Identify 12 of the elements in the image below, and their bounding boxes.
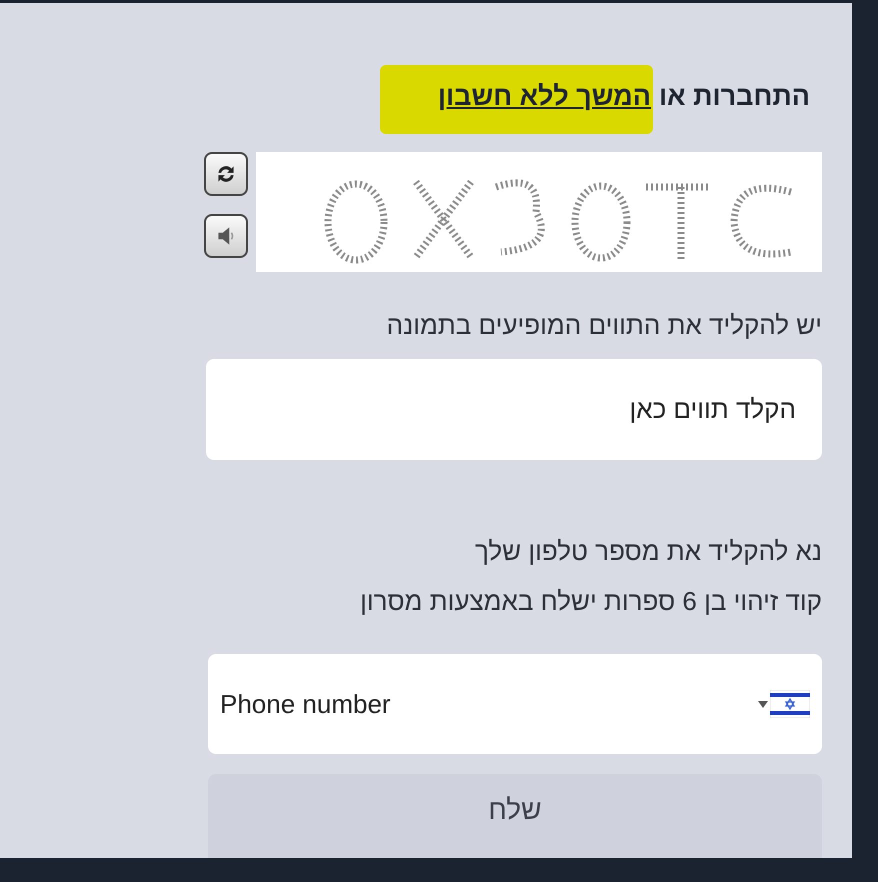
phone-instruction: נא להקליד את מספר טלפון שלך — [474, 535, 822, 568]
refresh-icon[interactable] — [204, 152, 248, 196]
continue-without-account-link[interactable]: המשך ללא חשבון — [438, 80, 652, 110]
captcha-instruction: יש להקליד את התווים המופיעים בתמונה — [386, 310, 822, 341]
phone-input-field[interactable]: Phone number — [208, 654, 822, 754]
send-button[interactable]: שלח — [208, 774, 822, 858]
caret-icon[interactable] — [758, 700, 768, 708]
phone-instruction: קוד זיהוי בן 6 ספרות ישלח באמצעות מסרון — [359, 585, 822, 618]
captcha-input-field[interactable]: הקלד תווים כאן — [206, 359, 822, 460]
israel-flag-icon[interactable] — [770, 690, 810, 718]
speaker-icon[interactable] — [204, 214, 248, 258]
heading-text: התחברות או — [659, 80, 810, 112]
